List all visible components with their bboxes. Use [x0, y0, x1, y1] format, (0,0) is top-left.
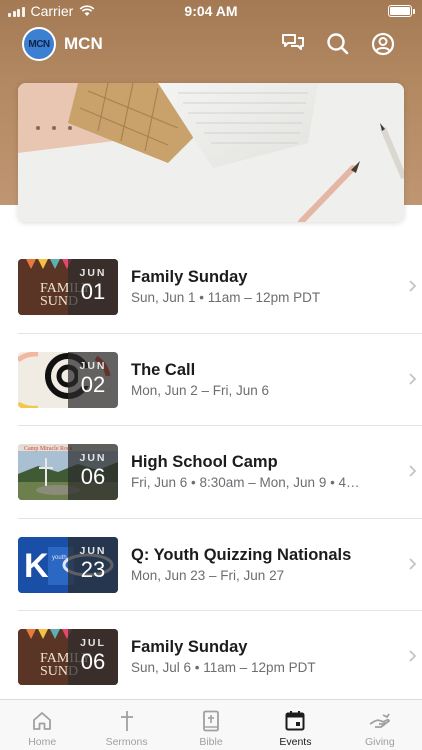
tab-label: Giving	[364, 736, 395, 748]
date-month: JUN	[79, 359, 107, 372]
hero-banner-image[interactable]	[18, 83, 404, 222]
event-title: Family Sunday	[131, 638, 248, 657]
event-row[interactable]: JUN 02 The Call Mon, Jun 2 – Fri, Jun 6	[18, 334, 422, 427]
date-badge: JUL 06	[68, 629, 118, 686]
battery-icon	[388, 5, 412, 17]
event-row[interactable]: FAMILY SUND JUL 06 Family Sunday Sun, Ju…	[18, 611, 422, 704]
cross-icon	[120, 711, 133, 731]
date-badge: JUN 02	[68, 351, 118, 408]
tab-label: Events	[279, 736, 312, 748]
svg-text:youth: youth	[52, 555, 67, 561]
date-badge: JUN 06	[68, 444, 118, 501]
event-title: Q: Youth Quizzing Nationals	[131, 545, 352, 564]
event-datetime: Sun, Jun 1 • 11am – 12pm PDT	[131, 290, 321, 305]
chevron-right-icon	[409, 558, 417, 570]
bible-icon	[203, 710, 219, 732]
app-title: MCN	[64, 34, 103, 53]
tab-label: Home	[28, 736, 57, 748]
tab-label: Sermons	[105, 736, 148, 748]
event-thumbnail: K youth JUN 23	[18, 536, 118, 593]
event-datetime: Mon, Jun 23 – Fri, Jun 27	[131, 567, 285, 583]
date-day: 06	[80, 649, 106, 675]
status-bar: Carrier 9:04 AM	[0, 0, 422, 22]
event-thumbnail: JUN 02	[18, 351, 118, 408]
home-icon	[33, 712, 52, 730]
chat-icon[interactable]	[280, 31, 306, 57]
search-icon[interactable]	[325, 31, 351, 57]
date-month: JUL	[80, 637, 106, 650]
event-datetime: Mon, Jun 2 – Fri, Jun 6	[131, 382, 270, 398]
event-row[interactable]: K youth JUN 23 Q: Youth Quizzing Nationa…	[18, 519, 422, 612]
tab-home[interactable]: Home	[0, 700, 84, 750]
event-datetime: Sun, Jul 6 • 11am – 12pm PDT	[131, 660, 316, 676]
event-title: High School Camp	[131, 453, 278, 472]
date-day: 06	[80, 464, 106, 490]
event-thumbnail: FAMILY SUND JUN 01	[18, 259, 118, 315]
calendar-icon	[285, 711, 305, 731]
date-badge: JUN 23	[68, 536, 118, 593]
profile-icon[interactable]	[370, 31, 396, 57]
chevron-right-icon	[409, 372, 417, 385]
event-title: The Call	[131, 360, 196, 379]
tab-bible[interactable]: Bible	[169, 700, 253, 750]
event-row[interactable]: Camp Miracle Rock JUN 06 High School Cam…	[18, 426, 422, 519]
events-list: FAMILY SUND JUN 01 Family Sunday Sun, Ju…	[0, 241, 422, 704]
status-time: 9:04 AM	[184, 3, 238, 19]
app-bar: MCN MCN	[0, 25, 422, 63]
chevron-right-icon	[409, 465, 417, 477]
date-badge: JUN 01	[68, 259, 118, 315]
chevron-right-icon	[409, 650, 417, 663]
svg-text:Camp Miracle Rock: Camp Miracle Rock	[24, 446, 73, 452]
date-day: 23	[80, 556, 106, 582]
tab-events[interactable]: Events	[253, 700, 337, 750]
event-row[interactable]: FAMILY SUND JUN 01 Family Sunday Sun, Ju…	[18, 241, 422, 334]
giving-hand-icon	[369, 713, 390, 728]
date-day: 02	[80, 371, 106, 397]
tab-sermons[interactable]: Sermons	[84, 700, 168, 750]
tab-label: Bible	[199, 736, 223, 748]
event-thumbnail: Camp Miracle Rock JUN 06	[18, 444, 118, 501]
date-day: 01	[80, 279, 106, 304]
event-title: Family Sunday	[131, 268, 248, 286]
date-month: JUN	[79, 452, 107, 465]
event-datetime: Fri, Jun 6 • 8:30am – Mon, Jun 9 • 4…	[131, 475, 360, 491]
date-month: JUN	[79, 267, 107, 279]
event-thumbnail: FAMILY SUND JUL 06	[18, 629, 118, 686]
svg-text:K: K	[24, 547, 49, 585]
chevron-right-icon	[409, 280, 417, 292]
church-logo[interactable]: MCN	[22, 27, 56, 61]
tab-giving[interactable]: Giving	[338, 700, 422, 750]
battery-tip	[413, 9, 415, 14]
bottom-tab-bar: Home Sermons Bible Events Giving	[0, 699, 422, 750]
hero-illustration	[18, 83, 404, 222]
date-month: JUN	[79, 544, 107, 557]
